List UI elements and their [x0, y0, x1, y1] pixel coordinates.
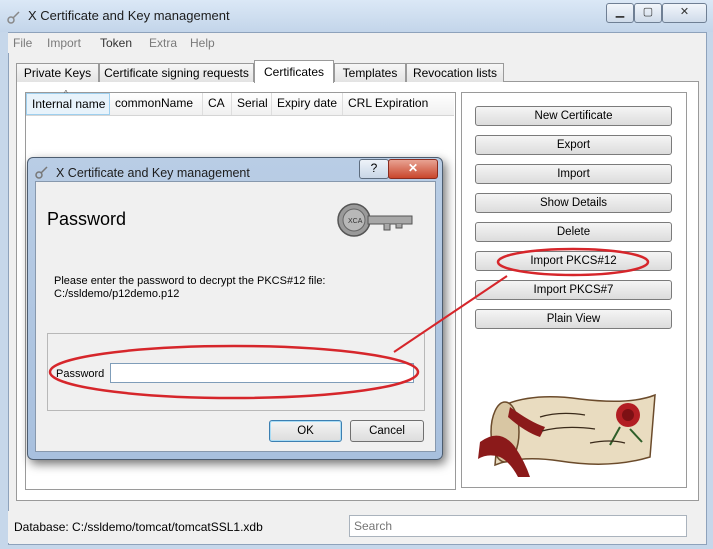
dialog-body: Password XCA Please enter the password t…	[35, 181, 436, 452]
export-button[interactable]: Export	[475, 135, 672, 155]
window-title: X Certificate and Key management	[28, 8, 230, 23]
tab-private-keys[interactable]: Private Keys	[16, 63, 99, 82]
dialog-key-icon	[35, 166, 48, 179]
maximize-button[interactable]: ▢	[634, 3, 662, 23]
import-button[interactable]: Import	[475, 164, 672, 184]
sort-arrow-icon: ^	[64, 89, 68, 98]
search-input[interactable]	[350, 516, 686, 536]
tab-revocation-lists[interactable]: Revocation lists	[406, 63, 504, 82]
key-icon: XCA	[337, 203, 413, 237]
database-path-label: Database: C:/ssldemo/tomcat/tomcatSSL1.x…	[14, 520, 263, 534]
dialog-close-button[interactable]: ✕	[388, 159, 438, 179]
cancel-button[interactable]: Cancel	[350, 420, 424, 442]
app-key-icon	[7, 11, 20, 24]
password-input[interactable]	[111, 364, 417, 384]
main-title-bar: X Certificate and Key management ▁ ▢ ✕	[0, 0, 713, 32]
tab-certificate-signing-requests[interactable]: Certificate signing requests	[99, 63, 254, 82]
dialog-heading: Password	[47, 209, 127, 229]
column-internal-name[interactable]: Internal name	[26, 93, 110, 115]
ok-button[interactable]: OK	[269, 420, 342, 442]
plain-view-button[interactable]: Plain View	[475, 309, 672, 329]
key-icon-label: XCA	[348, 218, 363, 225]
tab-templates[interactable]: Templates	[334, 63, 406, 82]
column-ca[interactable]: CA	[203, 93, 232, 115]
dialog-help-button[interactable]: ?	[359, 159, 389, 179]
tab-certificates[interactable]: Certificates	[254, 60, 334, 83]
delete-button[interactable]: Delete	[475, 222, 672, 242]
dialog-title: X Certificate and Key management	[56, 166, 250, 180]
password-dialog: X Certificate and Key management ? ✕ Pas…	[27, 157, 443, 460]
import-pkcs12-button[interactable]: Import PKCS#12	[475, 251, 672, 271]
show-details-button[interactable]: Show Details	[475, 193, 672, 213]
scroll-rose-logo	[478, 393, 656, 477]
column-serial[interactable]: Serial	[232, 93, 272, 115]
menu-help[interactable]: Help	[190, 36, 215, 50]
new-certificate-button[interactable]: New Certificate	[475, 106, 672, 126]
password-label: Password	[56, 368, 105, 380]
password-field[interactable]	[110, 363, 417, 384]
column-common-name[interactable]: commonName	[110, 93, 203, 115]
column-crl-expiration[interactable]: CRL Expiration	[343, 93, 454, 115]
dialog-message-line1: Please enter the password to decrypt the…	[54, 275, 326, 287]
dialog-message-file-path: C:/ssldemo/p12demo.p12	[54, 288, 180, 300]
search-field[interactable]	[349, 515, 687, 537]
menu-import[interactable]: Import	[47, 36, 81, 50]
minimize-button[interactable]: ▁	[606, 3, 634, 23]
dialog-message: Please enter the password to decrypt the…	[54, 275, 326, 301]
menu-file[interactable]: File	[13, 36, 32, 50]
close-button[interactable]: ✕	[662, 3, 707, 23]
menu-extra[interactable]: Extra	[149, 36, 177, 50]
import-pkcs7-button[interactable]: Import PKCS#7	[475, 280, 672, 300]
menu-token[interactable]: Token	[100, 36, 132, 50]
column-expiry-date[interactable]: Expiry date	[272, 93, 343, 115]
